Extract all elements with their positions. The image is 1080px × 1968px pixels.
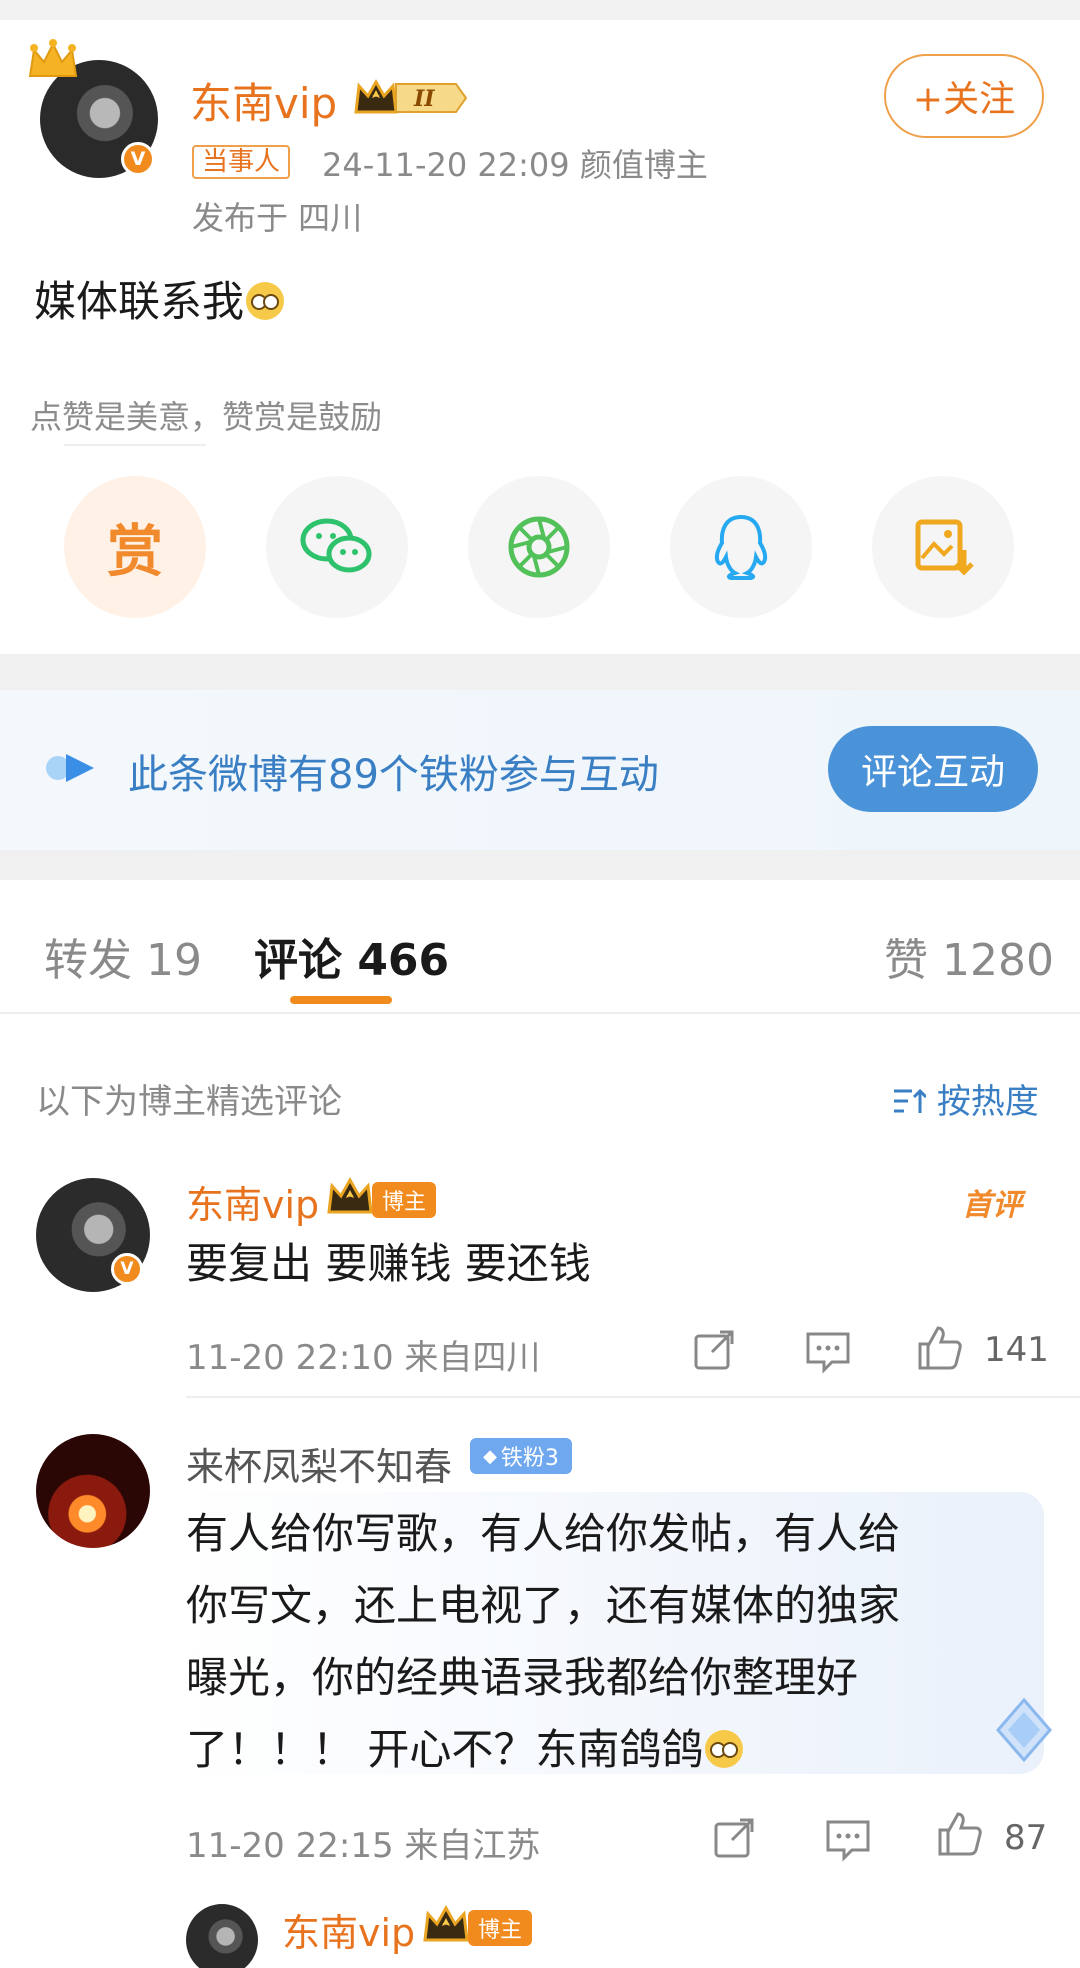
fan-level-label: 铁粉3 (500, 1446, 559, 1471)
save-image-button[interactable] (872, 476, 1014, 618)
tip-pointer (122, 446, 150, 460)
tab-likes[interactable]: 赞 1280 (884, 924, 1054, 988)
sort-button[interactable]: 按热度 (892, 1074, 1039, 1123)
first-comment-tag: 首评 (962, 1188, 1022, 1223)
owner-badge: 博主 (372, 1182, 436, 1218)
reply-username[interactable]: 东南vip (282, 1902, 415, 1957)
follow-button[interactable]: +关注 (884, 54, 1044, 138)
verified-icon: V (121, 142, 155, 176)
active-tab-indicator (290, 996, 392, 1004)
fans-text: 此条微博有89个铁粉参与互动 (128, 752, 659, 798)
section-gap (0, 654, 1080, 690)
fans-icon (46, 754, 94, 782)
crown-icon (423, 1904, 469, 1942)
selected-comments-note: 以下为博主精选评论 (36, 1082, 342, 1122)
comment-line: 曝光，你的经典语录我都给你整理好 (186, 1653, 859, 1702)
comment-text: 要复出 要赚钱 要还钱 (186, 1239, 591, 1288)
qq-icon (714, 514, 768, 580)
like-icon[interactable] (936, 1810, 984, 1858)
comment-line: 了！！！ 开心不？东南鸽鸽 (186, 1725, 704, 1774)
comment-meta: 11-20 22:15 来自江苏 (186, 1826, 541, 1866)
rank-text: II (413, 86, 435, 112)
section-gap-2 (0, 850, 1080, 880)
comment-line-last: 了！！！ 开心不？东南鸽鸽 (186, 1714, 900, 1786)
reward-button[interactable]: 赏 (64, 476, 206, 618)
comment-meta: 11-20 22:10 来自四川 (186, 1338, 541, 1378)
diamond-icon: ◆ (483, 1445, 497, 1467)
wechat-icon (300, 518, 372, 573)
moments-icon (508, 516, 570, 578)
share-qq-button[interactable] (670, 476, 812, 618)
post-location: 发布于 四川 (192, 199, 363, 237)
member-rank-icon: II (354, 78, 468, 114)
author-name[interactable]: 东南vip (190, 70, 337, 131)
like-count: 141 (984, 1330, 1049, 1370)
save-image-icon (915, 519, 974, 576)
sort-label: 按热度 (936, 1082, 1039, 1122)
share-wechat-button[interactable] (266, 476, 408, 618)
comment-line: 有人给你写歌，有人给你发帖，有人给 (186, 1509, 901, 1558)
crying-emoji-icon (705, 1730, 744, 1768)
party-tag: 当事人 (192, 145, 291, 179)
comment-username[interactable]: 来杯凤梨不知春 (186, 1436, 452, 1491)
comment-divider (186, 1396, 1080, 1398)
comment-icon[interactable] (804, 1326, 852, 1374)
tab-repost[interactable]: 转发 19 (44, 924, 202, 988)
post-time: 24-11-20 22:09 颜值博主 (322, 146, 708, 184)
share-icon[interactable] (690, 1326, 738, 1374)
status-strip (0, 0, 1080, 20)
comment-avatar[interactable] (36, 1434, 150, 1548)
comment-line: 你写文，还上电视了，还有媒体的独家 (186, 1581, 901, 1630)
crown-icon (327, 1176, 373, 1214)
sort-icon (894, 1088, 928, 1113)
share-icon[interactable] (710, 1814, 758, 1862)
reward-tip: 点赞是美意，赞赏是鼓励 (30, 398, 383, 436)
comment-interact-button[interactable]: 评论互动 (828, 726, 1038, 812)
comment-username[interactable]: 东南vip (186, 1174, 319, 1229)
crown-icon (28, 39, 78, 77)
owner-badge: 博主 (468, 1910, 532, 1946)
like-icon[interactable] (916, 1324, 964, 1372)
post-tabs: 转发 19 评论 466 赞 1280 (0, 880, 1080, 1014)
verified-icon: V (111, 1253, 143, 1285)
post-content-text: 媒体联系我 (34, 277, 245, 326)
like-count: 87 (1004, 1818, 1048, 1858)
comment-text: 有人给你写歌，有人给你发帖，有人给 你写文，还上电视了，还有媒体的独家 曝光，你… (186, 1498, 900, 1786)
comment-icon[interactable] (824, 1814, 872, 1862)
reply-avatar[interactable] (186, 1904, 258, 1968)
post-content: 媒体联系我 (34, 268, 285, 329)
share-moments-button[interactable] (468, 476, 610, 618)
reward-label: 赏 (107, 519, 163, 585)
diamond-decoration-icon (996, 1697, 1052, 1763)
glasses-emoji-icon (246, 282, 285, 320)
fan-level-badge: ◆ 铁粉3 (470, 1438, 572, 1474)
tab-comments[interactable]: 评论 466 (254, 924, 449, 988)
